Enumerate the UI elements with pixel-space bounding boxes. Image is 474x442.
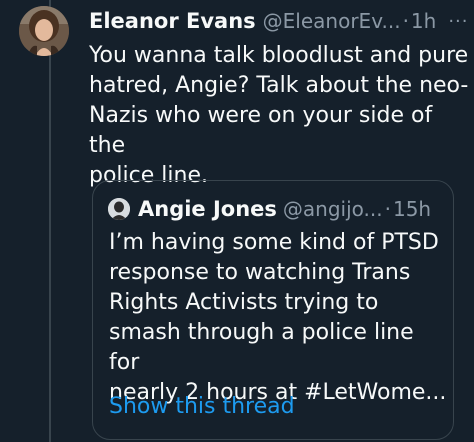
timestamp[interactable]: 1h xyxy=(411,9,436,33)
tweet-text: You wanna talk bloodlust and pure hatred… xyxy=(89,43,469,188)
avatar[interactable] xyxy=(19,6,69,56)
avatar-image xyxy=(19,6,69,56)
quoted-author-handle: @angijo... xyxy=(282,197,383,221)
quoted-author-name: Angie Jones xyxy=(138,197,277,221)
quoted-avatar-image xyxy=(108,198,130,220)
thread-line xyxy=(49,0,51,442)
quoted-tweet-header: Angie Jones @angijo... · 15h xyxy=(108,196,431,222)
tweet-header: Eleanor Evans @EleanorEv... · 1h ··· xyxy=(89,6,469,36)
more-horizontal-icon[interactable]: ··· xyxy=(448,11,468,32)
quoted-timestamp: 15h xyxy=(392,197,432,221)
separator-dot: · xyxy=(402,9,409,33)
quoted-avatar xyxy=(108,198,130,220)
quoted-tweet[interactable]: Angie Jones @angijo... · 15h I’m having … xyxy=(92,180,454,440)
author-name[interactable]: Eleanor Evans xyxy=(89,9,256,33)
quoted-separator-dot: · xyxy=(384,197,391,221)
quoted-tweet-text: I’m having some kind of PTSD response to… xyxy=(109,230,447,405)
show-thread-link[interactable]: Show this thread xyxy=(109,394,295,419)
tweet[interactable]: Eleanor Evans @EleanorEv... · 1h ··· You… xyxy=(0,0,474,442)
author-handle[interactable]: @EleanorEv... xyxy=(263,9,401,33)
